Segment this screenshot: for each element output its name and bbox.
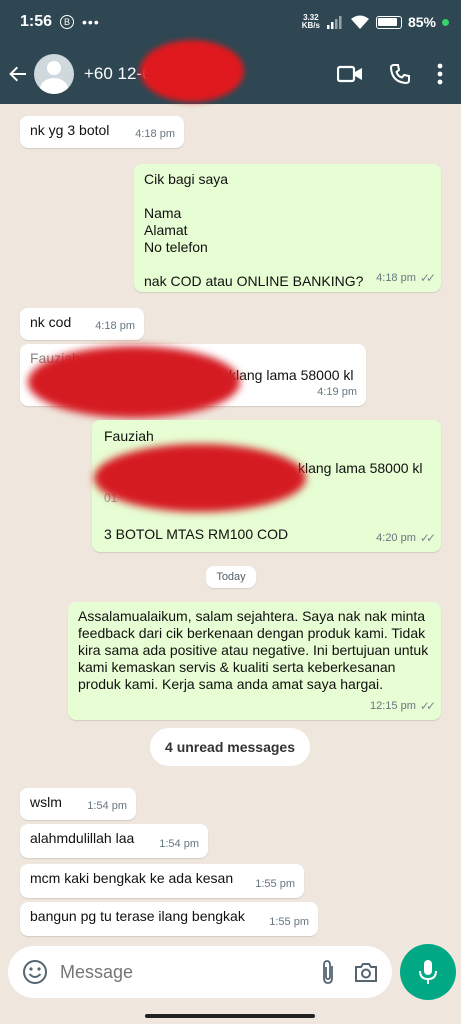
microphone-icon: [419, 960, 437, 984]
read-ticks-icon: ✓✓: [419, 699, 436, 713]
message-composer: [8, 946, 392, 998]
message-bubble[interactable]: Cik bagi saya Nama Alamat No telefon nak…: [134, 164, 441, 292]
read-ticks-icon: ✓✓: [419, 271, 436, 285]
back-arrow-icon[interactable]: [8, 63, 30, 85]
signal-icon: [326, 16, 342, 29]
message-bubble[interactable]: alahmdulillah laa 1:54 pm: [20, 824, 208, 858]
more-notifications-icon: •••: [82, 14, 100, 30]
unread-messages-badge: 4 unread messages: [150, 728, 310, 766]
message-list[interactable]: nk yg 3 botol 4:18 pm Cik bagi saya Nama…: [0, 104, 461, 944]
gesture-bar: [0, 1004, 461, 1024]
message-input[interactable]: [60, 961, 320, 983]
message-time: 4:19 pm: [317, 386, 357, 398]
message-bubble[interactable]: Assalamualaikum, salam sejahtera. Saya n…: [68, 602, 441, 720]
message-bubble[interactable]: wslm 1:54 pm: [20, 788, 136, 820]
message-bubble[interactable]: bangun pg tu terase ilang bengkak 1:55 p…: [20, 902, 318, 936]
message-time: 4:18 pm: [95, 320, 135, 332]
battery-percent: 85%: [407, 14, 436, 30]
status-time: 1:56: [20, 13, 53, 30]
message-time: 4:18 pm: [135, 128, 175, 140]
camera-icon[interactable]: [354, 961, 378, 983]
redaction-mark: [140, 40, 244, 102]
message-time: 4:20 pm: [376, 532, 416, 544]
more-options-icon[interactable]: [437, 63, 443, 85]
privacy-dot-icon: [442, 18, 449, 26]
attach-icon[interactable]: [320, 959, 336, 985]
read-ticks-icon: ✓✓: [419, 531, 436, 545]
notification-b-icon: B: [60, 15, 75, 29]
message-time: 12:15 pm: [370, 700, 416, 712]
message-time: 1:54 pm: [159, 838, 199, 850]
emoji-icon[interactable]: [22, 959, 48, 985]
redaction-mark: [28, 346, 240, 418]
wifi-icon: [350, 15, 369, 29]
voice-call-icon[interactable]: [389, 63, 411, 85]
video-call-icon[interactable]: [337, 65, 363, 83]
message-time: 1:55 pm: [269, 916, 309, 928]
date-divider: Today: [206, 566, 256, 588]
message-time: 1:55 pm: [255, 878, 295, 890]
avatar[interactable]: [34, 54, 74, 94]
message-time: 1:54 pm: [87, 800, 127, 812]
network-speed: 3.32 KB/s: [301, 13, 320, 30]
battery-icon: [375, 15, 402, 29]
message-time: 4:18 pm: [376, 272, 416, 284]
message-bubble[interactable]: mcm kaki bengkak ke ada kesan 1:55 pm: [20, 864, 304, 898]
message-bubble[interactable]: nk cod 4:18 pm: [20, 308, 144, 340]
message-bubble[interactable]: nk yg 3 botol 4:18 pm: [20, 116, 184, 148]
status-bar: 1:56 B ••• 3.32 KB/s 85%: [0, 0, 461, 44]
redaction-mark: [94, 444, 306, 512]
home-handle[interactable]: [145, 1014, 315, 1018]
voice-message-button[interactable]: [400, 944, 456, 1000]
